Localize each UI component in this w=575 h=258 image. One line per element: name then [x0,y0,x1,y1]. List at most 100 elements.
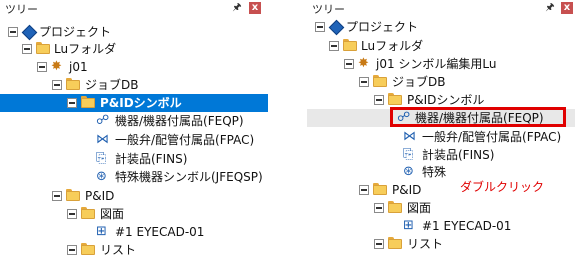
collapse-icon[interactable] [37,62,47,72]
tree-item-jobdb[interactable]: ジョブDB [0,76,268,94]
close-button[interactable]: x [249,2,261,14]
panel-title: ツリー [5,3,38,16]
collapse-icon[interactable] [315,22,325,32]
folder-icon [66,78,80,91]
tree-item-label: Luフォルダ [361,39,424,53]
folder-icon [36,42,50,55]
panel-titlebar: ツリー 🖈 x [307,0,575,17]
folder-icon [81,207,95,220]
collapse-icon[interactable] [329,41,339,51]
folder-icon [343,39,357,52]
tree-item-eyecad[interactable]: ⊞ #1 EYECAD-01 [307,217,575,235]
tree-item-jobdb[interactable]: ジョブDB [307,73,575,91]
tree-item-label: j01 シンボル編集用Lu [376,57,497,71]
tree-item-label: プロジェクト [346,20,419,34]
symbol-icon: ⎘ [96,151,107,166]
folder-icon [388,93,402,106]
collapse-icon[interactable] [359,185,369,195]
tree-item-fins[interactable]: ⎘ 計装品(FINS) [307,146,575,164]
collapse-icon[interactable] [8,27,18,37]
close-button[interactable]: x [561,2,573,14]
folder-icon [81,243,95,256]
symbol-icon: ☍ [96,113,110,128]
pin-icon[interactable]: 🖈 [232,2,242,14]
tree-item-label: 計装品(FINS) [422,148,495,162]
tree-item-label: リスト [407,237,444,251]
collapse-icon[interactable] [374,95,384,105]
highlight-box [390,107,566,127]
collapse-icon[interactable] [359,77,369,87]
tree-item-label: #1 EYECAD-01 [115,225,205,239]
tree-item-fpac[interactable]: ⋈ 一般弁/配管付属品(FPAC) [307,128,575,146]
project-icon [22,25,35,38]
tree-item-fins[interactable]: ⎘ 計装品(FINS) [0,150,268,168]
tree-item-label: ジョブDB [85,78,139,92]
collapse-icon[interactable] [67,245,77,255]
tree-item-list[interactable]: リスト [0,241,268,258]
tree-item-label: 特殊機器シンボル(JFEQSP) [115,170,263,184]
tree-item-label: 図面 [407,201,432,215]
tree-item-label: P&IDシンボル [407,93,485,107]
tree-item-j01[interactable]: ✸ j01 シンボル編集用Lu [307,55,575,73]
collapse-icon[interactable] [67,209,77,219]
tree-item-label: 一般弁/配管付属品(FPAC) [422,130,562,144]
tree-item-folder[interactable]: Luフォルダ [0,40,268,58]
tree-item-feqp[interactable]: ☍ 機器/機器付属品(FEQP) [0,112,268,130]
tree-item-label: P&ID [392,183,422,197]
collapse-icon[interactable] [52,80,62,90]
tree-item-label: 図面 [100,207,125,221]
tree-item-label: j01 [69,60,88,74]
tree-item-list[interactable]: リスト [307,235,575,253]
tree-item-folder[interactable]: Luフォルダ [307,37,575,55]
tree-item-label: P&IDシンボル [100,96,182,110]
folder-icon [81,96,95,109]
collapse-icon[interactable] [22,44,32,54]
tree-item-j01[interactable]: ✸ j01 [0,58,268,76]
collapse-icon[interactable] [374,203,384,213]
tree-item-label: プロジェクト [39,25,112,39]
drawing-icon: ⊞ [403,218,414,233]
folder-icon [66,189,80,202]
tree-panel-right: ツリー 🖈 x プロジェクト Luフォルダ ✸ j01 シンボル編集用Lu ジョ… [307,0,575,258]
collapse-icon[interactable] [67,98,77,108]
tree-item-zumen[interactable]: 図面 [0,205,268,223]
gear-folder-icon: ✸ [358,56,369,71]
tree-item-label: 機器/機器付属品(FEQP) [115,114,244,128]
symbol-icon: ⎘ [403,147,414,162]
tree-item-label: ジョブDB [392,75,446,89]
tree-item-eyecad[interactable]: ⊞ #1 EYECAD-01 [0,223,268,241]
symbol-icon: ⋈ [403,129,416,144]
tree-item-zumen[interactable]: 図面 [307,199,575,217]
panel-titlebar: ツリー 🖈 x [0,0,268,17]
tree-item-project[interactable]: プロジェクト [0,23,268,41]
symbol-icon: ⊛ [403,164,414,179]
project-icon [329,20,342,33]
tree-item-label: P&ID [85,189,115,203]
folder-icon [388,201,402,214]
tree-item-pid[interactable]: P&ID [0,187,268,205]
gear-folder-icon: ✸ [51,59,62,74]
tree-item-pid-symbol[interactable]: P&IDシンボル [0,94,268,112]
tree-panel-left: ツリー 🖈 x プロジェクト Luフォルダ ✸ j01 ジョブDB P&IDシン… [0,0,268,258]
tree-item-fpac[interactable]: ⋈ 一般弁/配管付属品(FPAC) [0,131,268,149]
collapse-icon[interactable] [374,239,384,249]
double-click-annotation: ダブルクリック [460,180,545,194]
tree-item-label: 一般弁/配管付属品(FPAC) [115,133,255,147]
symbol-icon: ⋈ [96,132,109,147]
folder-icon [373,75,387,88]
drawing-icon: ⊞ [96,224,107,239]
collapse-icon[interactable] [52,191,62,201]
folder-icon [388,237,402,250]
collapse-icon[interactable] [344,59,354,69]
tree-item-jfeqsp[interactable]: ⊛ 特殊機器シンボル(JFEQSP) [0,168,268,186]
folder-icon [373,183,387,196]
symbol-icon: ⊛ [96,169,107,184]
tree-item-project[interactable]: プロジェクト [307,18,575,36]
tree-item-label: リスト [100,243,137,257]
tree-item-label: Luフォルダ [54,42,117,56]
panel-title: ツリー [312,3,345,16]
pin-icon[interactable]: 🖈 [545,2,555,14]
tree-item-label: #1 EYECAD-01 [422,219,512,233]
tree-item-label: 特殊 [422,165,447,179]
tree-item-label: 計装品(FINS) [115,152,188,166]
